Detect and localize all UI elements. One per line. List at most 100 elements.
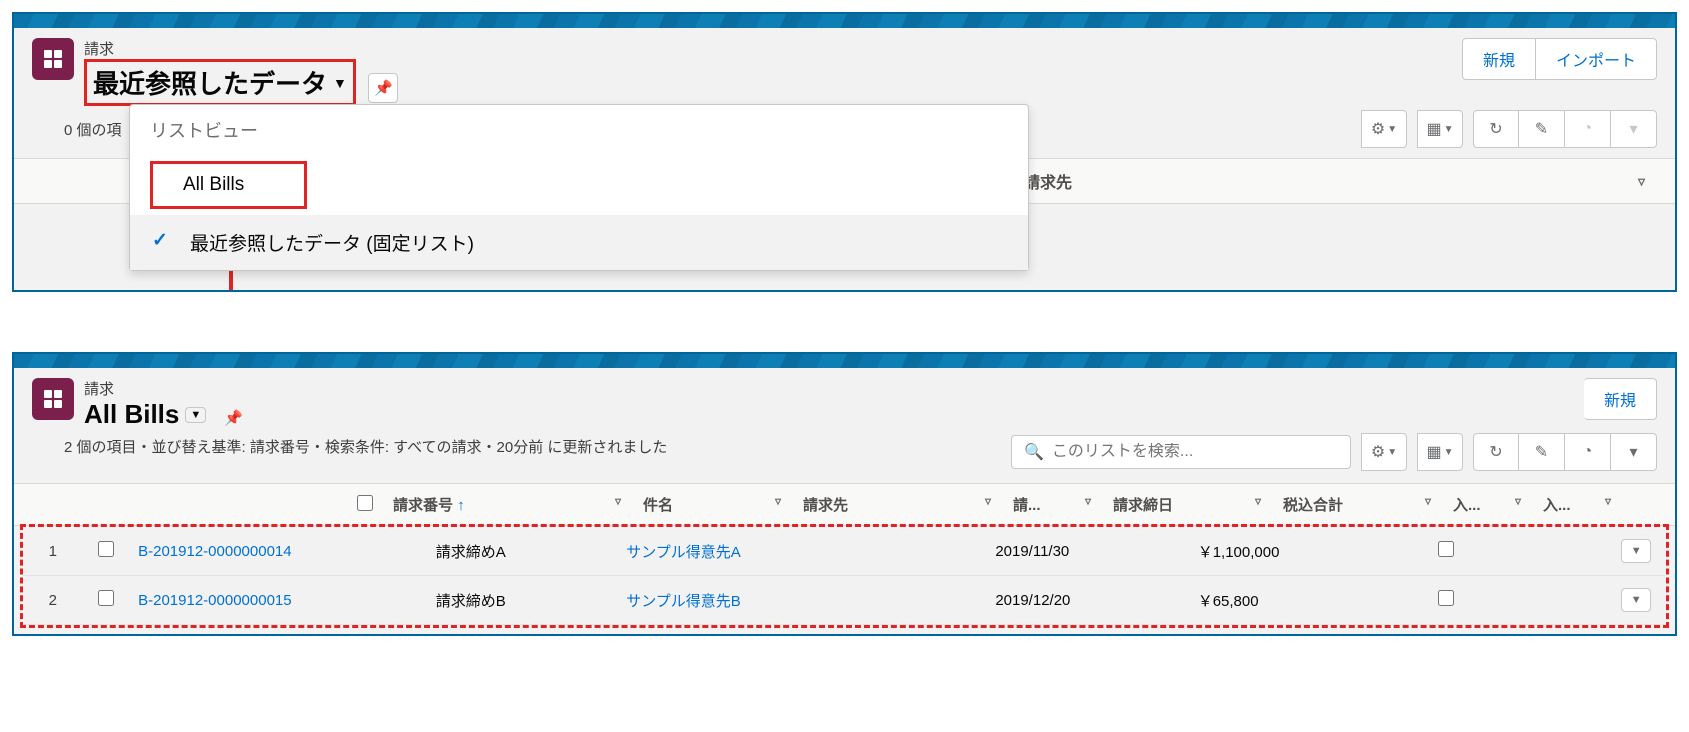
search-input[interactable]	[1052, 443, 1338, 461]
table-icon: ▦	[1426, 119, 1441, 139]
chevron-down-icon: ▿	[1605, 494, 1611, 508]
caret-down-icon: ▼	[1387, 124, 1397, 135]
row-checkbox-cell[interactable]	[83, 576, 131, 625]
display-group: ▦▼	[1417, 433, 1463, 471]
filter-button[interactable]: ▾	[1611, 433, 1657, 471]
gear-icon: ⚙	[1371, 442, 1385, 462]
decorative-header-bar	[14, 354, 1675, 368]
row-action-menu[interactable]: ▼	[1621, 539, 1651, 563]
list-view-name: All Bills	[84, 399, 179, 430]
column-header-account[interactable]: 請求先	[1024, 169, 1072, 193]
list-settings-button[interactable]: ⚙▼	[1361, 110, 1407, 148]
bill-link[interactable]: B-201912-0000000015	[138, 592, 291, 609]
cell-8	[1499, 527, 1606, 576]
cell-bill-no: B-201912-0000000014	[130, 527, 428, 576]
header-actions: 新規 インポート	[1462, 38, 1657, 80]
column-header-due[interactable]: 請求締日 ▿	[1105, 484, 1275, 526]
refresh-button[interactable]: ↻	[1473, 110, 1519, 148]
list-view-selector[interactable]: 最近参照したデータ ▼	[93, 64, 347, 101]
caret-down-icon: ▼	[1444, 447, 1454, 458]
cell-8	[1499, 576, 1606, 625]
pin-list-button[interactable]: 📌	[368, 73, 398, 103]
dropdown-item-recent[interactable]: ✓ 最近参照したデータ (固定リスト)	[130, 215, 1028, 270]
caret-down-icon: ▼	[333, 75, 347, 91]
column-header-subject[interactable]: 件名 ▿	[635, 484, 795, 526]
filter-icon: ▾	[1629, 442, 1637, 462]
edit-button[interactable]: ✎	[1519, 433, 1565, 471]
settings-group: ⚙▼	[1361, 433, 1407, 471]
account-link[interactable]: サンプル得意先A	[626, 544, 741, 561]
bill-link[interactable]: B-201912-0000000014	[138, 543, 291, 560]
dropdown-item-all-bills[interactable]: All Bills	[150, 161, 307, 209]
list-meta-text: 2 個の項目・並び替え基準: 請求番号・検索条件: すべての請求・20分前 に更…	[14, 433, 667, 470]
pin-list-button[interactable]: 📌	[219, 403, 249, 433]
check-icon: ✓	[152, 229, 168, 252]
table-icon: ▦	[1426, 442, 1441, 462]
column-label: 請求番号	[393, 497, 453, 514]
chevron-down-icon: ▿	[985, 494, 991, 508]
column-header-checkbox[interactable]	[345, 484, 385, 526]
refresh-icon: ↻	[1489, 442, 1502, 462]
filter-button: ▾	[1611, 110, 1657, 148]
new-button[interactable]: 新規	[1584, 378, 1657, 420]
object-label: 請求	[84, 38, 1462, 59]
column-header-total[interactable]: 税込合計▿	[1275, 484, 1445, 526]
pin-icon: 📌	[374, 79, 393, 97]
row-index: 1	[23, 527, 83, 576]
search-icon: 🔍	[1024, 442, 1044, 462]
table-row: 2B-201912-0000000015請求締めBサンプル得意先B2019/12…	[23, 576, 1666, 625]
display-group: ▦▼	[1417, 110, 1463, 148]
column-label: 入...	[1543, 497, 1571, 514]
column-header-8[interactable]: 入... ▿	[1535, 484, 1625, 526]
account-link[interactable]: サンプル得意先B	[626, 593, 741, 610]
pencil-icon: ✎	[1535, 442, 1548, 462]
cell-total: ￥65,800	[1190, 576, 1392, 625]
flag-checkbox-1[interactable]	[1438, 541, 1454, 557]
cell-7	[1392, 576, 1499, 625]
bottom-panel: 請求 All Bills ▼ 📌 新規 2 個の項目・並び替え基準: 請求番号・…	[12, 352, 1677, 636]
import-button[interactable]: インポート	[1536, 38, 1657, 80]
display-as-button[interactable]: ▦▼	[1417, 433, 1463, 471]
column-header-actions	[1625, 484, 1675, 526]
list-view-dropdown: リストビュー All Bills ✓ 最近参照したデータ (固定リスト)	[129, 104, 1029, 271]
select-all-checkbox[interactable]	[357, 495, 373, 511]
chevron-down-icon: ▿	[775, 494, 781, 508]
refresh-button[interactable]: ↻	[1473, 433, 1519, 471]
cell-bill-no: B-201912-0000000015	[130, 576, 428, 625]
cell-subject: 請求締めA	[428, 527, 618, 576]
chevron-down-icon: ▿	[1255, 494, 1261, 508]
list-settings-button[interactable]: ⚙▼	[1361, 433, 1407, 471]
sort-asc-icon: ↑	[457, 497, 465, 514]
row-checkbox-cell[interactable]	[83, 527, 131, 576]
search-box[interactable]: 🔍	[1011, 435, 1351, 469]
chevron-down-icon: ▿	[615, 494, 621, 508]
dropdown-section-label: リストビュー	[130, 105, 1028, 155]
column-header-bill-no[interactable]: 請求番号 ↑ ▿	[385, 484, 635, 526]
decorative-header-bar	[14, 14, 1675, 28]
table-row: 1B-201912-0000000014請求締めAサンプル得意先A2019/11…	[23, 527, 1666, 576]
column-header-7[interactable]: 入...▿	[1445, 484, 1535, 526]
column-header-account[interactable]: 請求先 ▿	[795, 484, 1005, 526]
column-label: 請求先	[803, 497, 848, 514]
cell-actions: ▼	[1606, 527, 1666, 576]
row-checkbox[interactable]	[98, 590, 114, 606]
edit-button[interactable]: ✎	[1519, 110, 1565, 148]
pencil-icon: ✎	[1535, 119, 1548, 139]
new-button[interactable]: 新規	[1462, 38, 1536, 80]
row-checkbox[interactable]	[98, 541, 114, 557]
flag-checkbox-1[interactable]	[1438, 590, 1454, 606]
tool-group: ↻ ✎ ◔ ▾	[1473, 433, 1657, 471]
display-as-button[interactable]: ▦▼	[1417, 110, 1463, 148]
dropdown-item-label: 最近参照したデータ (固定リスト)	[190, 234, 474, 255]
highlight-view-title: 最近参照したデータ ▼	[84, 59, 356, 106]
cell-due: 2019/12/20	[987, 576, 1189, 625]
column-label: 件名	[643, 497, 673, 514]
chart-button: ◔	[1565, 110, 1611, 148]
list-view-selector[interactable]: All Bills ▼	[84, 399, 206, 430]
object-label: 請求	[84, 378, 1584, 399]
column-header-4[interactable]: 請...▿	[1005, 484, 1105, 526]
row-index: 2	[23, 576, 83, 625]
row-action-menu[interactable]: ▼	[1621, 588, 1651, 612]
column-label: 請求締日	[1113, 497, 1173, 514]
chart-button[interactable]: ◔	[1565, 433, 1611, 471]
